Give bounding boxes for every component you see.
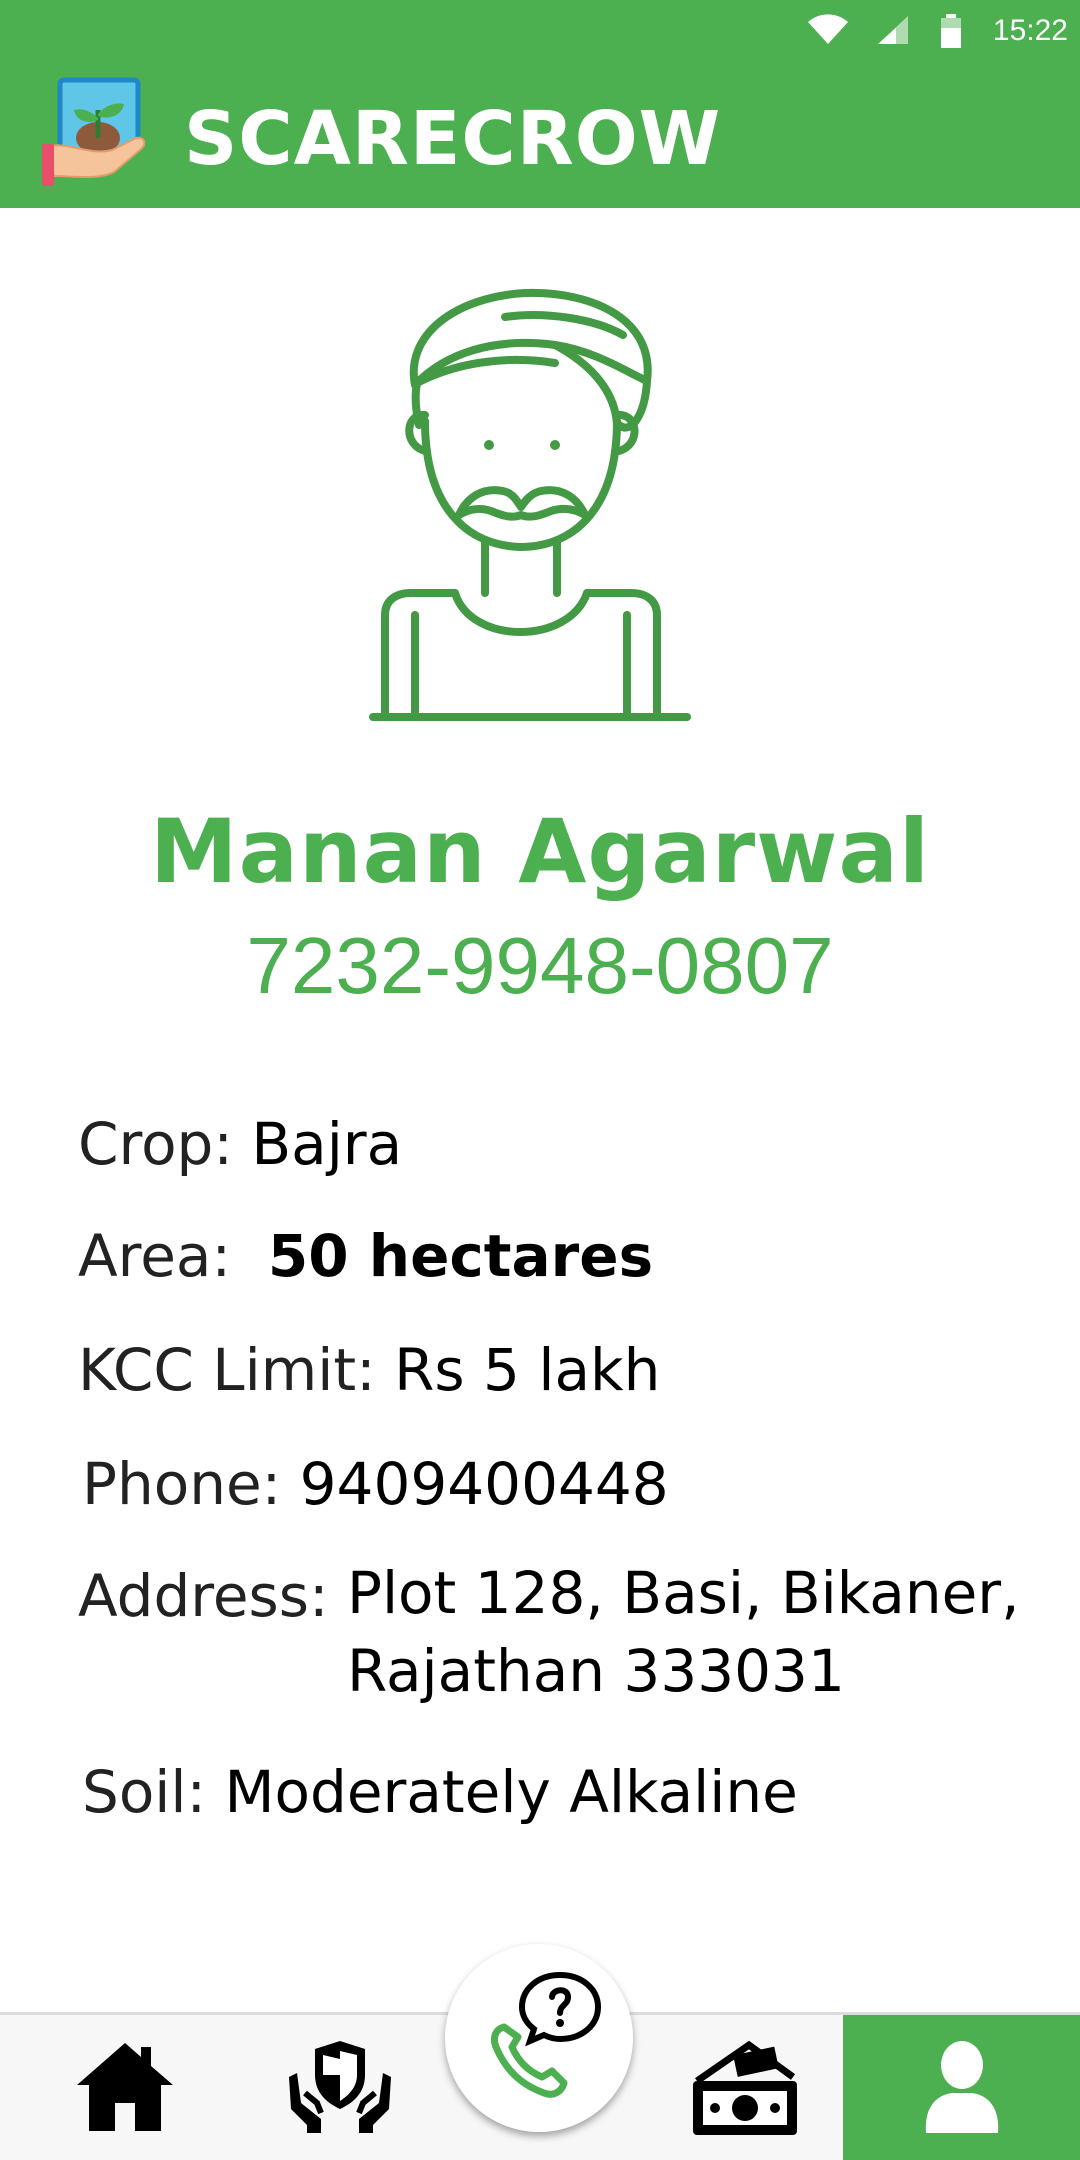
status-bar: 15:22 [0, 0, 1080, 66]
nav-insurance-button[interactable] [235, 2015, 445, 2160]
crop-row: Crop: Bajra [78, 1110, 402, 1178]
nav-profile-button[interactable] [843, 2015, 1080, 2160]
address-row: Address: Plot 128, Basi, Bikaner, Rajatha… [78, 1559, 1020, 1710]
money-loan-icon [689, 2037, 801, 2142]
battery-icon [940, 14, 962, 53]
crop-value: Bajra [251, 1110, 403, 1178]
profile-icon [922, 2039, 1002, 2140]
wifi-icon [806, 14, 850, 51]
phone-row: Phone: 9409400448 [82, 1450, 669, 1518]
nav-loans-button[interactable] [640, 2015, 850, 2160]
insurance-shield-hands-icon [285, 2037, 395, 2142]
crop-label: Crop: [78, 1110, 233, 1178]
farmer-turban-icon [355, 275, 705, 735]
farmer-id-number: 7232-9948-0807 [246, 921, 834, 1010]
area-row: Area: 50 hectares [78, 1222, 653, 1290]
app-bar: SCARECROW [0, 66, 1080, 208]
phone-label: Phone: [82, 1450, 282, 1518]
area-value: 50 hectares [267, 1222, 654, 1290]
kcc-limit-value: Rs 5 lakh [394, 1336, 661, 1404]
soil-row: Soil: Moderately Alkaline [82, 1758, 798, 1826]
kcc-limit-label: KCC Limit: [78, 1336, 376, 1404]
nav-home-button[interactable] [20, 2015, 230, 2160]
address-value: Plot 128, Basi, Bikaner, Rajathan 333031 [347, 1554, 1020, 1710]
address-line-2: Rajathan 333031 [346, 1637, 845, 1705]
sprout-in-hand-icon [40, 76, 150, 188]
app-title: SCARECROW [184, 96, 722, 182]
status-time: 15:22 [992, 14, 1068, 47]
address-line-1: Plot 128, Basi, Bikaner, [346, 1559, 1020, 1627]
help-call-icon [474, 1971, 604, 2106]
phone-value: 9409400448 [299, 1450, 669, 1518]
home-icon [75, 2039, 175, 2140]
address-label: Address: [78, 1562, 329, 1630]
farmer-name: Manan Agarwal [150, 800, 930, 903]
soil-label: Soil: [82, 1758, 207, 1826]
signal-icon [876, 14, 910, 51]
area-label: Area: [78, 1222, 232, 1290]
nav-help-call-button[interactable] [445, 1944, 633, 2132]
kcc-limit-row: KCC Limit: Rs 5 lakh [78, 1336, 660, 1404]
soil-value: Moderately Alkaline [224, 1758, 798, 1826]
